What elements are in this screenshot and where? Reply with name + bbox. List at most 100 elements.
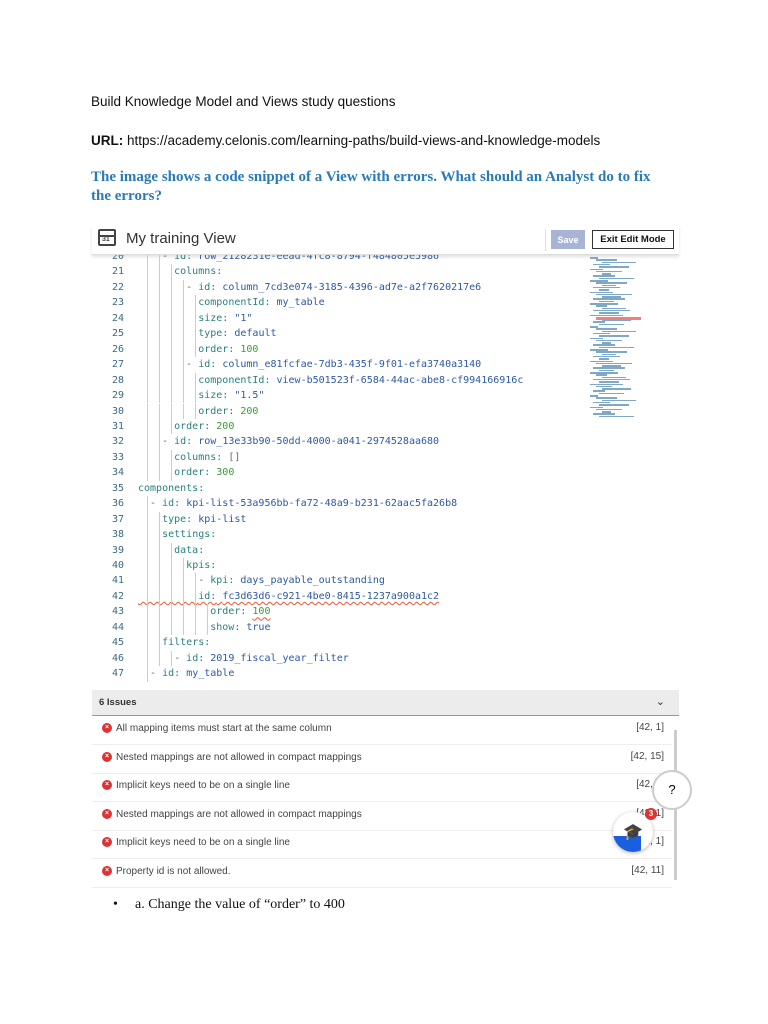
code-minimap[interactable] [588,257,668,487]
indent-guide [195,588,196,605]
minimap-line [590,314,623,316]
code-key: type: [162,513,193,525]
issue-row[interactable]: × Nested mappings are not allowed in comp… [92,745,672,774]
view-title: My training View [126,230,236,247]
code-line[interactable]: 39 data: [92,543,585,558]
code-editor[interactable]: 20 - id: row_2128231e-eead-4fc8-8794-f48… [92,255,585,688]
code-value: row_2128231e-eead-4fc8-8794-f484805e5986 [198,255,440,262]
indent-guide [159,403,160,419]
indent-guide [171,310,172,327]
indent-guide [147,449,148,466]
indent-guide [147,341,148,358]
code-line[interactable]: 22 - id: column_7cd3e074-3185-4396-ad7e-… [92,280,585,295]
issue-row[interactable]: × Implicit keys need to be on a single li… [92,773,672,802]
code-key: kpi: [210,575,235,587]
indent-guide [183,372,184,389]
code-line[interactable]: 26 order: 100 [92,342,585,357]
minimap-line [590,268,603,270]
indent-guide [159,511,160,528]
code-line[interactable]: 28 componentId: view-b501523f-6584-44ac-… [92,373,585,388]
indent-guide [171,388,172,404]
line-number: 24 [111,312,124,324]
minimap-line [599,415,634,418]
help-icon[interactable]: ? [652,770,692,810]
code-value: 100 [240,343,259,355]
minimap-line [596,397,617,399]
chevron-down-icon[interactable]: ⌄ [656,695,665,708]
issues-header[interactable]: 6 Issues ⌄ [92,690,679,716]
line-number: 46 [111,652,124,664]
line-number: 22 [111,281,124,293]
indent-guide [159,434,160,450]
issue-row[interactable]: × All mapping items must start at the sam… [92,716,672,745]
code-line[interactable]: 44 show: true [92,620,585,635]
indent-guide [159,650,160,667]
minimap-line [599,404,629,406]
document-heading: Build Knowledge Model and Views study qu… [91,94,396,109]
code-line[interactable]: 42 id: fc3d63d6-c921-4be0-8415-1237a900a… [92,589,585,604]
code-key: id: [162,498,181,510]
code-line[interactable]: 40 kpis: [92,558,585,573]
code-line[interactable]: 23 componentId: my_table [92,295,585,310]
indent-guide [171,604,172,620]
indent-guide [147,310,148,327]
error-icon: × [102,751,112,762]
minimap-line [596,259,617,261]
issue-message: Property id is not allowed. [116,865,231,877]
line-number: 20 [111,255,124,262]
code-line[interactable]: 33 columns: [] [92,450,585,465]
indent-guide [147,542,148,558]
issues-panel: 6 Issues ⌄ × All mapping items must start … [92,690,679,888]
minimap-line [590,326,598,328]
line-number: 42 [111,590,124,602]
indent-guide [183,604,184,620]
minimap-line [590,280,608,282]
code-value: 2019_fiscal_year_filter [210,652,349,664]
code-line[interactable]: 41 - kpi: days_payable_outstanding [92,573,585,588]
indent-guide [147,527,148,543]
exit-edit-mode-button[interactable]: Exit Edit Mode [592,230,674,249]
url-link[interactable]: https://academy.celonis.com/learning-pat… [127,133,600,148]
code-line[interactable]: 31 order: 200 [92,419,585,434]
code-line[interactable]: 38 settings: [92,527,585,542]
save-button[interactable]: Save [551,230,585,249]
code-line[interactable]: 27 - id: column_e81fcfae-7db3-435f-9f01-… [92,357,585,372]
minimap-line [590,395,598,397]
code-line[interactable]: 29 size: "1.5" [92,388,585,403]
minimap-line [593,378,630,381]
indent-guide [147,255,148,265]
code-line[interactable]: 43 order: 100 [92,604,585,619]
indent-guide [159,326,160,342]
code-line[interactable]: 34 order: 300 [92,465,585,480]
code-line[interactable]: 21 columns: [92,264,585,279]
minimap-line [602,307,626,310]
issue-message: Implicit keys need to be on a single lin… [116,837,290,848]
code-line[interactable]: 25 type: default [92,326,585,341]
code-line[interactable]: 36 - id: kpi-list-53a956bb-fa72-48a9-b23… [92,496,585,511]
indent-guide [159,573,160,589]
code-line[interactable]: 47 - id: my_table [92,666,585,681]
indent-guide [159,357,160,373]
error-icon: × [102,780,112,790]
code-line[interactable]: 24 size: "1" [92,311,585,326]
issue-row[interactable]: × Property id is not allowed. [42, 11] [92,859,672,888]
issue-row[interactable]: × Implicit keys need to be on a single li… [92,830,672,859]
code-line[interactable]: 35 components: [92,481,585,496]
code-value: 200 [240,405,259,417]
code-line[interactable]: 45 filters: [92,635,585,650]
code-line[interactable]: 37 type: kpi-list [92,512,585,527]
code-line[interactable]: 32 - id: row_13e33b90-50dd-4000-a041-297… [92,434,585,449]
code-line[interactable]: 46 - id: 2019_fiscal_year_filter [92,651,585,666]
issue-row[interactable]: × Nested mappings are not allowed in comp… [92,802,672,831]
indent-guide [147,635,148,651]
code-line[interactable]: 20 - id: row_2128231e-eead-4fc8-8794-f48… [92,255,585,264]
minimap-line [590,337,603,339]
indent-guide [195,341,196,358]
minimap-line [593,401,610,404]
minimap-line [596,374,607,376]
indent-guide [183,558,184,574]
code-value: row_13e33b90-50dd-4000-a041-2974528aa680 [198,436,440,448]
minimap-line [596,328,617,330]
indent-guide [159,418,160,435]
code-line[interactable]: 30 order: 200 [92,404,585,419]
